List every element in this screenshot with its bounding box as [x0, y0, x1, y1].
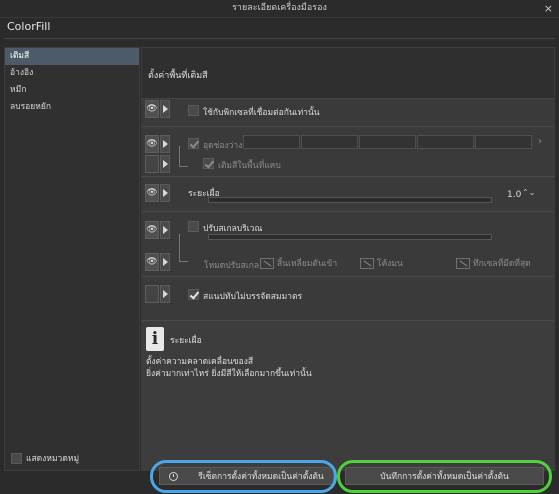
fill-gap-pixels-label: เติมสีในพื้นที่แคบ	[218, 161, 281, 171]
row-close-gap-controls: 👁	[145, 135, 170, 153]
eye-toggle-empty[interactable]	[145, 155, 159, 173]
spin-up-down-icon[interactable]: ⌃⌄	[522, 188, 535, 197]
tool-name: ColorFill	[7, 20, 51, 33]
category-sidebar: เติมสี อ้างอิง หมึก ลบรอยหยัก แสดงหมวดหม…	[4, 47, 140, 471]
sidebar-item-fill[interactable]: เติมสี	[5, 48, 139, 65]
gap-level-cell[interactable]	[301, 135, 358, 149]
close-gap-label: อุดช่องว่าง	[203, 141, 243, 151]
close-gap-checkbox[interactable]	[188, 138, 199, 149]
sidebar-item-reference[interactable]: อ้างอิง	[5, 65, 139, 82]
window-titlebar: รายละเอียดเครื่องมือรอง ×	[0, 0, 559, 18]
info-title: ระยะเผื่อ	[170, 336, 202, 346]
gap-level-cell[interactable]	[243, 135, 300, 149]
mode-option-darkest-label: ทึกเซลที่มีดที่สุด	[473, 259, 531, 269]
close-gap-level-selector[interactable]	[243, 135, 533, 149]
expand-arrow-icon[interactable]	[160, 100, 170, 118]
divider	[4, 38, 555, 39]
link-bracket	[179, 234, 188, 262]
scaling-mode-label: โหมดปรับสเกล	[204, 261, 260, 271]
link-bracket	[179, 146, 188, 167]
divider	[142, 276, 554, 277]
area-scaling-label: ปรับสเกลบริเวณ	[203, 224, 263, 234]
row-tolerance-controls: 👁	[145, 184, 170, 202]
close-icon[interactable]: ×	[544, 0, 553, 17]
mode-option-square-label: สิ้นเหลี่ยมตันเข้า	[277, 259, 338, 269]
row-scaling-mode-controls: 👁	[145, 253, 170, 271]
contiguous-checkbox[interactable]	[188, 105, 199, 116]
gap-level-cell[interactable]	[475, 135, 532, 149]
info-icon: i	[146, 327, 164, 351]
expand-arrow-icon[interactable]	[160, 184, 170, 202]
expand-arrow-icon[interactable]	[160, 135, 170, 153]
save-highlight-ring	[337, 460, 552, 493]
square-mode-icon	[260, 258, 274, 269]
window-title: รายละเอียดเครื่องมือรอง	[232, 3, 327, 13]
gap-level-cell[interactable]	[359, 135, 416, 149]
expand-arrow-icon[interactable]	[160, 285, 170, 303]
eye-icon[interactable]: 👁	[145, 184, 159, 202]
divider	[142, 176, 554, 177]
eye-icon[interactable]: 👁	[145, 221, 159, 239]
fill-behind-label: สแนปทับไม่บรรจัดสมมาตร	[203, 292, 303, 302]
show-all-checkbox[interactable]	[11, 452, 22, 464]
panel-header-title: ตั้งค่าพื้นที่เติมสี	[148, 71, 208, 81]
area-scaling-slider[interactable]	[208, 234, 492, 240]
reset-highlight-ring	[150, 460, 337, 493]
round-mode-icon	[360, 258, 374, 269]
expand-arrow-icon[interactable]	[160, 155, 170, 173]
divider	[142, 211, 554, 212]
sidebar-item-ink[interactable]: หมึก	[5, 82, 139, 99]
row-area-scaling-controls: 👁	[145, 221, 170, 239]
eye-icon[interactable]: 👁	[145, 100, 159, 118]
eye-icon[interactable]: 👁	[145, 253, 159, 271]
sidebar-item-anti-aliasing[interactable]: ลบรอยหยัก	[5, 99, 139, 116]
chevron-right-icon[interactable]: ›	[538, 136, 542, 147]
panel-header: ตั้งค่าพื้นที่เติมสี	[142, 48, 554, 99]
fill-gap-pixels-checkbox[interactable]	[203, 158, 214, 169]
mode-option-square[interactable]: สิ้นเหลี่ยมตันเข้า	[260, 256, 337, 270]
divider	[142, 126, 554, 127]
tolerance-value[interactable]: 1.0	[507, 190, 521, 200]
row-gap-fill-controls	[145, 155, 170, 173]
show-all-categories[interactable]: แสดงหมวดหมู่	[11, 451, 79, 465]
info-area: i ระยะเผื่อ ตั้งค่าความคลาดเคลื่อนของสี …	[142, 320, 554, 471]
darkest-mode-icon	[456, 258, 470, 269]
mode-option-round-label: โค้งมน	[377, 259, 403, 269]
settings-panel: ตั้งค่าพื้นที่เติมสี 👁 ใช้กับพิกเซลที่เช…	[141, 47, 555, 471]
eye-toggle-empty[interactable]	[145, 285, 159, 303]
fill-behind-checkbox[interactable]	[188, 289, 199, 300]
tolerance-slider[interactable]	[208, 197, 492, 203]
mode-option-darkest[interactable]: ทึกเซลที่มีดที่สุด	[456, 256, 531, 270]
gap-level-cell[interactable]	[417, 135, 474, 149]
contiguous-label: ใช้กับพิกเซลที่เชื่อมต่อกันเท่านั้น	[203, 108, 320, 118]
row-contiguous-controls: 👁	[145, 100, 170, 118]
expand-arrow-icon[interactable]	[160, 253, 170, 271]
eye-icon[interactable]: 👁	[145, 135, 159, 153]
row-fill-behind-controls	[145, 285, 170, 303]
expand-arrow-icon[interactable]	[160, 221, 170, 239]
info-line-2: ยิ่งค่ามากเท่าไหร่ ยิ่งมีสีให้เลือกมากขึ…	[146, 369, 312, 379]
area-scaling-checkbox[interactable]	[188, 221, 199, 232]
mode-option-round[interactable]: โค้งมน	[360, 256, 403, 270]
show-all-label: แสดงหมวดหมู่	[26, 454, 80, 464]
